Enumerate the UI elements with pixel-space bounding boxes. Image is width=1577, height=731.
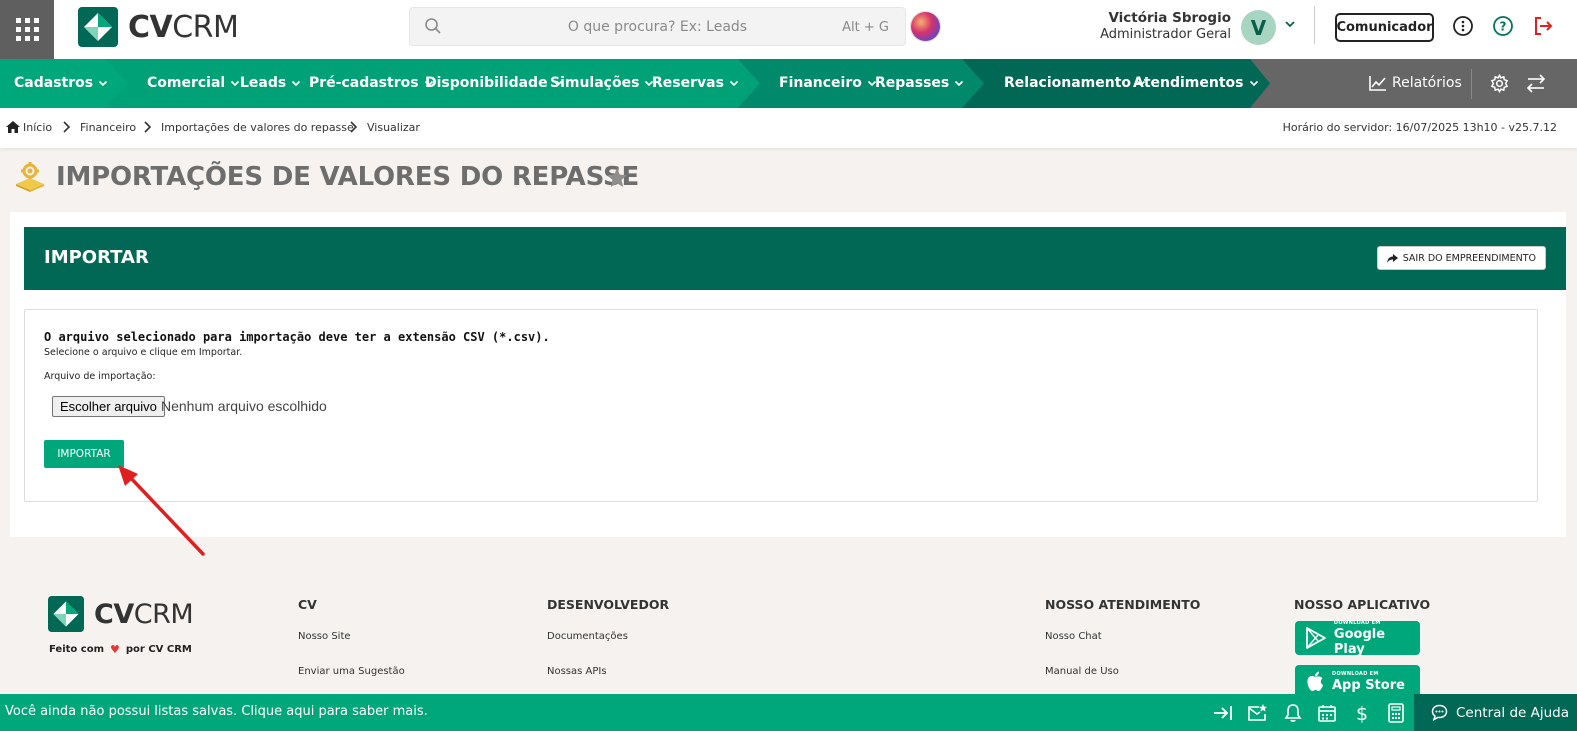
nav-cadastros[interactable]: Cadastros — [14, 75, 108, 91]
footer-col-dev-title: DESENVOLVEDOR — [547, 597, 670, 612]
logout-icon[interactable] — [1532, 15, 1554, 37]
footer-col-app-title: NOSSO APLICATIVO — [1294, 597, 1431, 612]
apple-icon — [1307, 671, 1323, 691]
nav-comercial[interactable]: Comercial — [147, 75, 240, 91]
nav-relatorios[interactable]: Relatórios — [1369, 75, 1462, 91]
chevron-down-icon — [292, 80, 301, 87]
favorite-star-icon[interactable] — [606, 167, 628, 188]
chevron-right-icon — [350, 121, 357, 133]
nav-financeiro[interactable]: Financeiro — [779, 75, 877, 91]
google-play-button[interactable]: DOWNLOAD EM Google Play — [1295, 620, 1420, 657]
search-placeholder: O que procura? Ex: Leads — [567, 19, 748, 35]
info-icon[interactable] — [1452, 15, 1474, 37]
user-role: Administrador Geral — [1100, 27, 1231, 42]
chevron-down-icon — [99, 80, 108, 87]
chart-line-icon — [1369, 76, 1386, 91]
footer-logo[interactable]: CVCRM — [48, 596, 194, 632]
breadcrumb-visualizar: Visualizar — [367, 121, 420, 134]
file-field-label: Arquivo de importação: — [44, 371, 156, 382]
chat-bubble-icon — [1431, 704, 1448, 721]
mail-star-icon[interactable] — [1247, 703, 1267, 723]
chevron-right-icon — [144, 121, 151, 133]
logo-text: CVCRM — [94, 598, 194, 630]
google-play-icon — [1306, 627, 1326, 649]
footer-link-suggestion[interactable]: Enviar uma Sugestão — [298, 666, 405, 677]
breadcrumb-financeiro[interactable]: Financeiro — [80, 121, 136, 134]
footer-col-cv-title: CV — [298, 597, 317, 612]
user-name: Victória Sbrogio — [1108, 10, 1231, 26]
no-file-chosen-text: Nenhum arquivo escolhido — [161, 398, 327, 414]
divider — [1314, 6, 1315, 44]
choose-file-button[interactable]: Escolher arquivo — [52, 396, 165, 417]
logo-text: CVCRM — [128, 9, 239, 45]
svg-text:?: ? — [1500, 20, 1507, 34]
apps-grid-button[interactable] — [0, 0, 54, 59]
search-shortcut: Alt + G — [842, 20, 889, 35]
divider — [1471, 69, 1472, 99]
apps-grid-icon — [15, 18, 39, 41]
chevron-down-icon — [231, 80, 240, 87]
calendar-icon[interactable] — [1317, 703, 1337, 723]
share-arrow-icon — [1386, 253, 1398, 263]
cvcrm-logo-icon — [48, 596, 84, 632]
cvcrm-logo-icon — [78, 7, 118, 47]
user-info[interactable]: Victória Sbrogio Administrador Geral — [1100, 10, 1231, 42]
server-time: Horário do servidor: 16/07/2025 13h10 - … — [1282, 121, 1557, 134]
nav-leads[interactable]: Leads — [240, 75, 301, 91]
search-input[interactable]: O que procura? Ex: Leads Alt + G — [409, 7, 906, 46]
breadcrumb-inicio[interactable]: Início — [23, 121, 52, 134]
heart-icon: ♥ — [110, 643, 120, 656]
breadcrumb-importacoes[interactable]: Importações de valores do repasse — [161, 121, 354, 134]
select-instruction: Selecione o arquivo e clique em Importar… — [44, 347, 243, 358]
import-form-panel: O arquivo selecionado para importação de… — [24, 309, 1538, 502]
swap-icon[interactable] — [1526, 74, 1546, 93]
breadcrumb: Início Financeiro Importações de valores… — [0, 108, 1577, 148]
footer-col-support-title: NOSSO ATENDIMENTO — [1045, 597, 1201, 612]
saved-lists-message[interactable]: Você ainda não possui listas salvas. Cli… — [5, 704, 428, 719]
svg-text:$: $ — [1356, 703, 1368, 723]
collapse-right-icon[interactable] — [1213, 703, 1233, 723]
csv-instruction: O arquivo selecionado para importação de… — [44, 330, 550, 344]
nav-atendimentos[interactable]: Atendimentos — [1133, 75, 1259, 91]
help-center-button[interactable]: Central de Ajuda — [1414, 694, 1577, 731]
bell-icon[interactable] — [1283, 703, 1303, 723]
nav-pre-cadastros[interactable]: Pré-cadastros — [309, 75, 434, 91]
nav-disponibilidade[interactable]: Disponibilidade — [425, 75, 563, 91]
dollar-icon[interactable]: $ — [1352, 703, 1372, 723]
chevron-down-icon — [729, 80, 738, 87]
footer-link-docs[interactable]: Documentações — [547, 631, 628, 642]
page-title: IMPORTAÇÕES DE VALORES DO REPASSE — [56, 162, 640, 192]
made-with-love: Feito com ♥ por CV CRM — [49, 643, 192, 656]
nav-reservas[interactable]: Reservas — [652, 75, 739, 91]
main-nav: Cadastros Comercial Leads Pré-cadastros … — [0, 59, 1577, 108]
nav-simulacoes[interactable]: Simulações — [550, 75, 654, 91]
ai-assistant-orb-icon[interactable] — [911, 12, 940, 41]
chevron-down-icon[interactable] — [1284, 18, 1296, 30]
annotation-arrow — [118, 465, 205, 556]
home-icon — [6, 121, 20, 133]
import-page-icon — [16, 162, 44, 192]
bottom-bar: Você ainda não possui listas salvas. Cli… — [0, 694, 1577, 731]
exit-enterprise-button[interactable]: SAIR DO EMPREENDIMENTO — [1376, 246, 1546, 270]
calculator-icon[interactable] — [1386, 703, 1406, 723]
footer-link-apis[interactable]: Nossas APIs — [547, 666, 607, 677]
import-header: IMPORTAR SAIR DO EMPREENDIMENTO — [24, 227, 1566, 290]
nav-repasses[interactable]: Repasses — [875, 75, 964, 91]
footer-link-site[interactable]: Nosso Site — [298, 631, 351, 642]
footer-link-manual[interactable]: Manual de Uso — [1045, 666, 1119, 677]
avatar[interactable]: V — [1241, 10, 1276, 45]
chevron-right-icon — [63, 121, 70, 133]
footer-link-chat[interactable]: Nosso Chat — [1045, 631, 1102, 642]
cvcrm-logo[interactable]: CVCRM — [78, 7, 239, 47]
comunicador-button[interactable]: Comunicador — [1335, 13, 1434, 42]
chevron-down-icon — [1249, 80, 1258, 87]
gear-icon[interactable] — [1490, 74, 1509, 93]
import-header-title: IMPORTAR — [44, 247, 149, 268]
top-bar: CVCRM O que procura? Ex: Leads Alt + G V… — [0, 0, 1577, 59]
help-icon[interactable]: ? — [1492, 15, 1514, 37]
chevron-down-icon — [955, 80, 964, 87]
nav-relacionamento[interactable]: Relacionamento — [1004, 75, 1146, 91]
